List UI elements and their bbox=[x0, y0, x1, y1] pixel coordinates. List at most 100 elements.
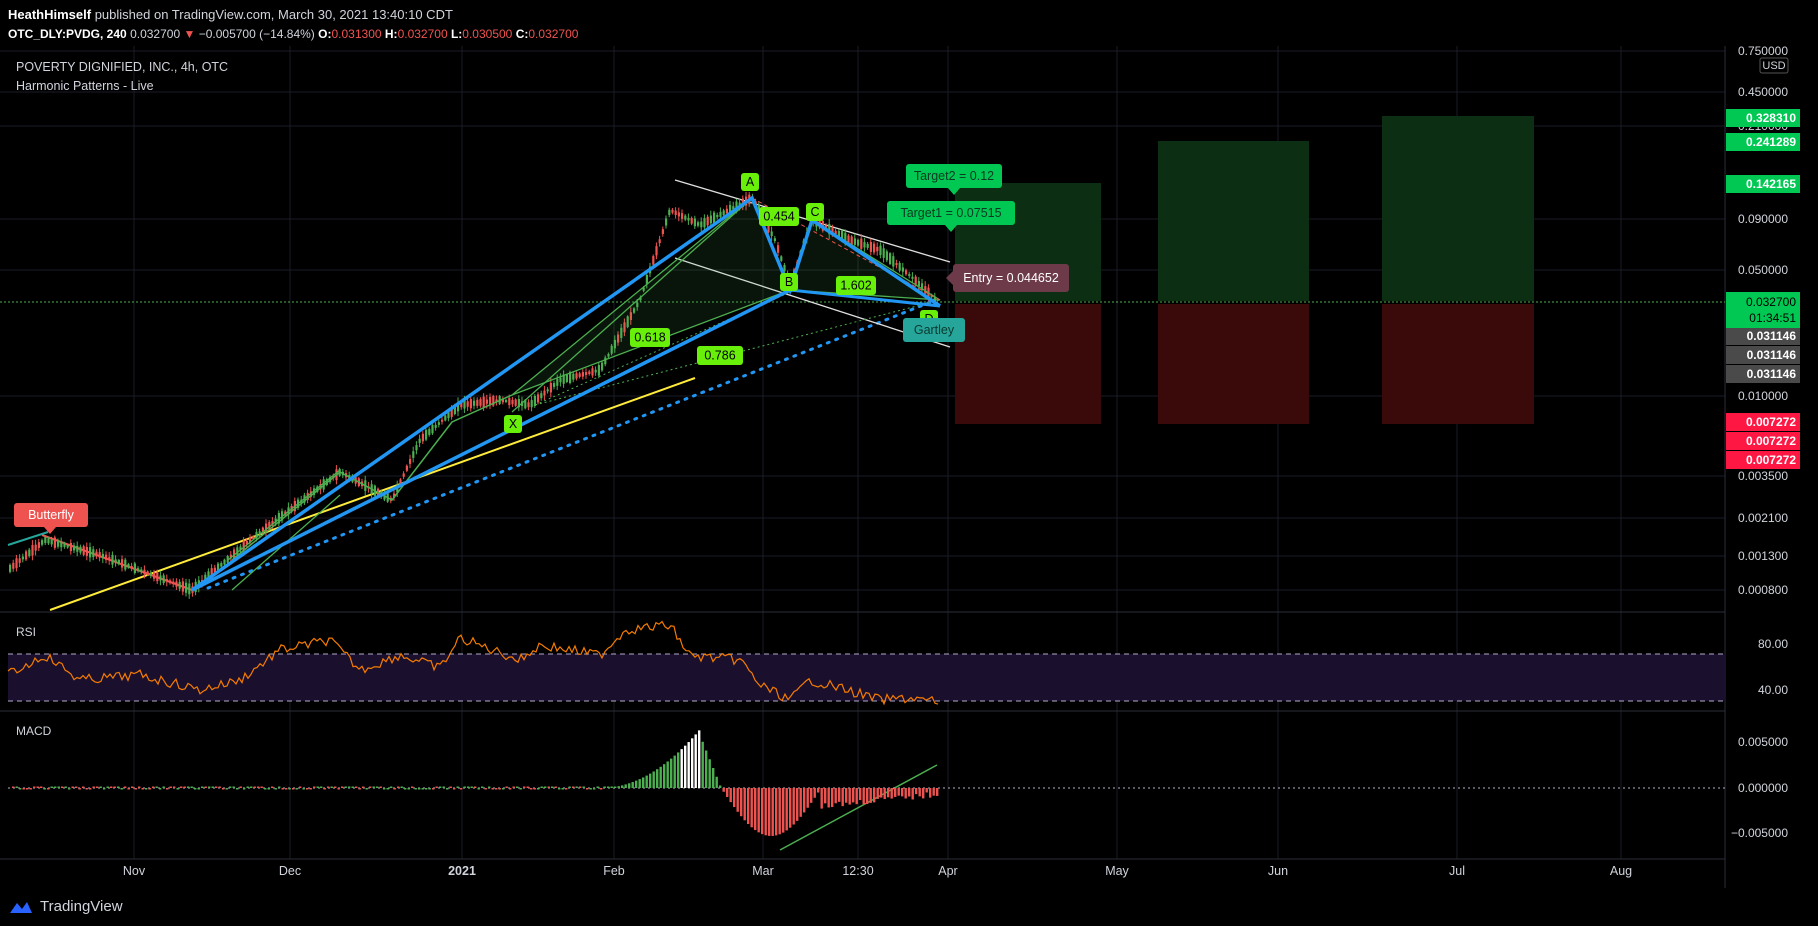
macd-bar bbox=[481, 786, 484, 788]
macd-bar bbox=[187, 786, 190, 788]
macd-bar bbox=[764, 788, 767, 836]
time-tick: May bbox=[1105, 864, 1129, 878]
macd-bar bbox=[663, 764, 666, 788]
candle-body bbox=[428, 429, 431, 435]
macd-bar bbox=[698, 730, 701, 788]
tradingview-brand: TradingView bbox=[40, 898, 123, 915]
macd-bar bbox=[288, 788, 291, 790]
time-tick: Dec bbox=[279, 864, 301, 878]
butterfly-label: Butterfly bbox=[14, 503, 88, 527]
indicator-legend[interactable]: Harmonic Patterns - Live bbox=[16, 79, 154, 93]
macd-bar bbox=[824, 788, 827, 804]
time-axis[interactable]: Nov Dec 2021 Feb Mar 12:30 Apr May Jun Jul Aug bbox=[123, 864, 1632, 878]
macd-bar bbox=[110, 786, 113, 788]
macd-bar bbox=[533, 788, 536, 790]
candle-body bbox=[473, 400, 476, 406]
candle-body bbox=[889, 253, 892, 265]
candle-body bbox=[98, 552, 101, 558]
macd-bar bbox=[54, 786, 57, 788]
open-value: 0.031300 bbox=[331, 27, 382, 41]
macd-bar bbox=[407, 788, 410, 790]
macd-bar bbox=[596, 786, 599, 788]
candle-body bbox=[421, 433, 424, 442]
macd-bar bbox=[327, 786, 330, 788]
macd-pane: MACD bbox=[8, 724, 1725, 836]
macd-bar bbox=[246, 786, 249, 788]
rsi-pane: RSI bbox=[0, 611, 1725, 712]
candle-body bbox=[687, 217, 690, 221]
candle-body bbox=[530, 400, 533, 408]
macd-bar bbox=[782, 788, 785, 833]
price-tick: 0.050000 bbox=[1738, 263, 1788, 277]
macd-bar bbox=[866, 788, 869, 805]
svg-text:Butterfly: Butterfly bbox=[28, 508, 75, 522]
macd-bar bbox=[197, 788, 200, 790]
ohlc-line: OTC_DLY:PVDG, 240 0.032700 ▼ −0.005700 (… bbox=[8, 27, 578, 41]
candle-body bbox=[585, 372, 588, 375]
svg-text:X: X bbox=[509, 417, 518, 431]
macd-bar bbox=[813, 788, 816, 798]
macd-bar bbox=[211, 786, 214, 788]
price-axis[interactable]: 0.7500000.4500000.2100000.0900000.050000… bbox=[1726, 46, 1800, 840]
macd-bar bbox=[568, 786, 571, 788]
candle-body bbox=[28, 549, 31, 557]
candle-body bbox=[668, 209, 671, 215]
candle-body bbox=[130, 565, 133, 569]
macd-bar bbox=[435, 786, 438, 788]
macd-bar bbox=[152, 786, 155, 788]
candle-body bbox=[911, 276, 914, 279]
candle-body bbox=[866, 243, 869, 248]
macd-bar bbox=[785, 788, 788, 831]
macd-bar bbox=[271, 786, 274, 788]
candle-body bbox=[661, 229, 664, 234]
candle-body bbox=[441, 419, 444, 422]
macd-bar bbox=[470, 786, 473, 788]
macd-bar bbox=[624, 784, 627, 788]
tradingview-logo[interactable]: TradingView bbox=[8, 898, 123, 915]
macd-bar bbox=[715, 776, 718, 788]
macd-bar bbox=[26, 788, 29, 790]
price-badge-label: 0.142165 bbox=[1746, 177, 1796, 191]
candle-body bbox=[543, 390, 546, 396]
macd-bar bbox=[173, 786, 176, 788]
macd-bar bbox=[869, 788, 872, 803]
macd-bar bbox=[509, 788, 512, 790]
macd-bar bbox=[344, 786, 347, 788]
low-label: L: bbox=[450, 27, 463, 41]
candle-body bbox=[76, 545, 79, 552]
macd-bar bbox=[225, 788, 228, 790]
macd-bar bbox=[701, 741, 704, 788]
candle-body bbox=[69, 542, 72, 552]
macd-bar bbox=[579, 786, 582, 788]
macd-bar bbox=[722, 788, 725, 792]
candle-body bbox=[565, 374, 568, 382]
candle-body bbox=[82, 546, 85, 555]
macd-bar bbox=[96, 786, 99, 788]
price-tick: 0.002100 bbox=[1738, 511, 1788, 525]
macd-bar bbox=[75, 786, 78, 788]
macd-bar bbox=[169, 786, 172, 788]
macd-bar bbox=[512, 786, 515, 788]
macd-tick: 0.000000 bbox=[1738, 781, 1788, 795]
author-name[interactable]: HeathHimself bbox=[8, 7, 91, 22]
candle-body bbox=[47, 538, 50, 544]
macd-bar bbox=[141, 788, 144, 790]
macd-bar bbox=[36, 786, 39, 788]
macd-bar bbox=[239, 786, 242, 788]
macd-bar bbox=[733, 788, 736, 808]
candle-body bbox=[863, 242, 866, 248]
macd-bar bbox=[362, 786, 365, 788]
macd-bar bbox=[918, 788, 921, 797]
macd-bar bbox=[670, 758, 673, 788]
macd-bar bbox=[204, 786, 207, 788]
macd-bar bbox=[897, 788, 900, 796]
candle-body bbox=[31, 544, 34, 556]
macd-bar bbox=[467, 786, 470, 788]
candle-body bbox=[121, 559, 124, 568]
candle-body bbox=[434, 424, 437, 428]
macd-bar bbox=[582, 786, 585, 788]
macd-bar bbox=[495, 788, 498, 790]
chart-area[interactable]: XABCD0.4541.6020.6180.786Target2 = 0.12T… bbox=[0, 46, 1818, 888]
time-tick: Nov bbox=[123, 864, 146, 878]
macd-bar bbox=[561, 788, 564, 790]
